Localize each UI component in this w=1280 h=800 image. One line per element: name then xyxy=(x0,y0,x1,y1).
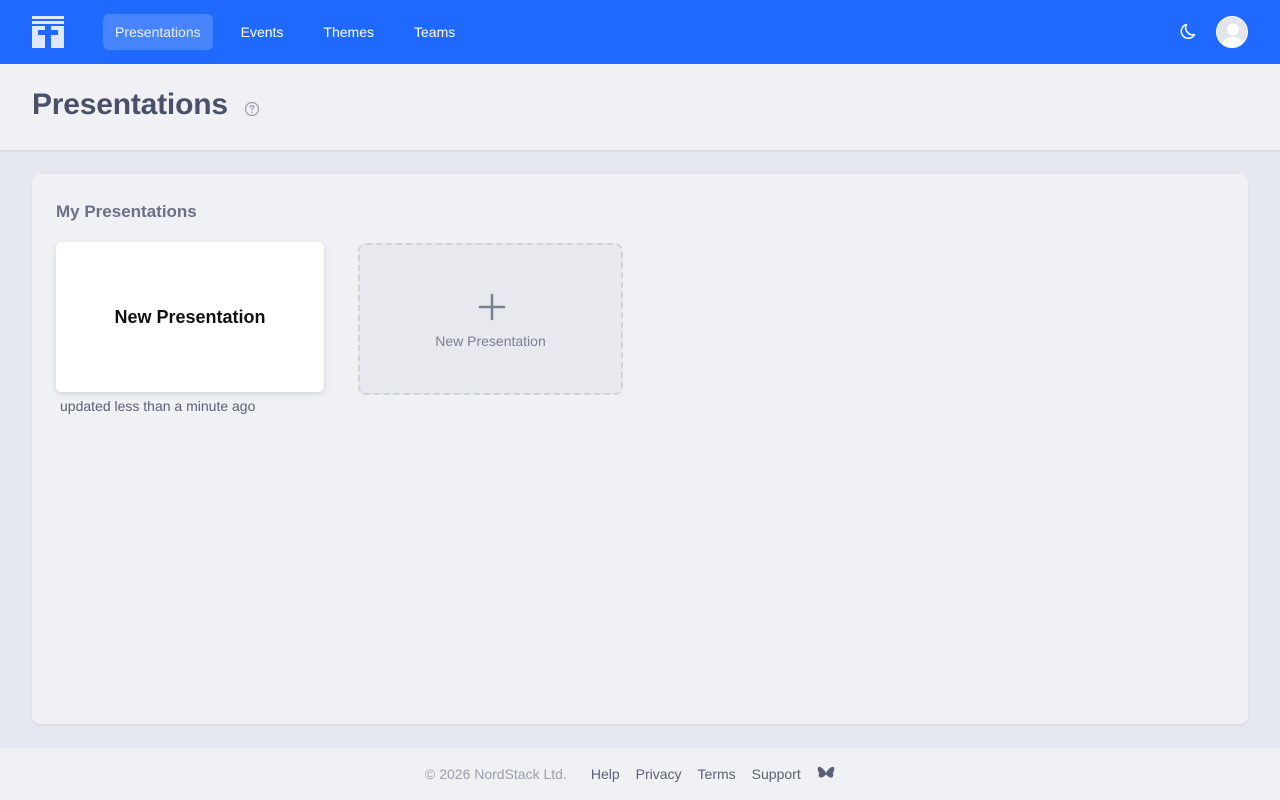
footer-link-help[interactable]: Help xyxy=(591,766,620,782)
avatar[interactable] xyxy=(1216,16,1248,48)
page-header: Presentations xyxy=(0,64,1280,151)
top-navbar: Presentations Events Themes Teams xyxy=(0,0,1280,64)
presentation-title: New Presentation xyxy=(114,306,266,327)
presentations-panel: My Presentations New Presentation update… xyxy=(32,174,1248,724)
user-icon xyxy=(1217,17,1247,47)
moon-icon[interactable] xyxy=(1180,21,1200,41)
footer-link-terms[interactable]: Terms xyxy=(698,766,736,782)
copyright: © 2026 NordStack Ltd. xyxy=(425,766,567,782)
presentation-card[interactable]: New Presentation xyxy=(56,242,324,392)
main-nav: Presentations Events Themes Teams xyxy=(103,14,483,50)
footer-link-privacy[interactable]: Privacy xyxy=(636,766,682,782)
nav-themes[interactable]: Themes xyxy=(311,14,386,50)
nav-events[interactable]: Events xyxy=(229,14,296,50)
plus-icon xyxy=(478,293,506,321)
new-presentation-button[interactable]: New Presentation xyxy=(358,243,623,395)
help-circle-icon[interactable] xyxy=(244,101,260,117)
new-presentation-label: New Presentation xyxy=(435,333,546,349)
presentation-updated: updated less than a minute ago xyxy=(60,398,256,414)
page-title: Presentations xyxy=(32,88,228,121)
butterfly-icon[interactable] xyxy=(817,766,835,782)
logo-icon[interactable] xyxy=(32,16,64,48)
section-title: My Presentations xyxy=(56,202,197,221)
nav-teams[interactable]: Teams xyxy=(402,14,467,50)
footer-link-support[interactable]: Support xyxy=(752,766,801,782)
footer: © 2026 NordStack Ltd. Help Privacy Terms… xyxy=(0,748,1280,800)
nav-presentations[interactable]: Presentations xyxy=(103,14,213,50)
